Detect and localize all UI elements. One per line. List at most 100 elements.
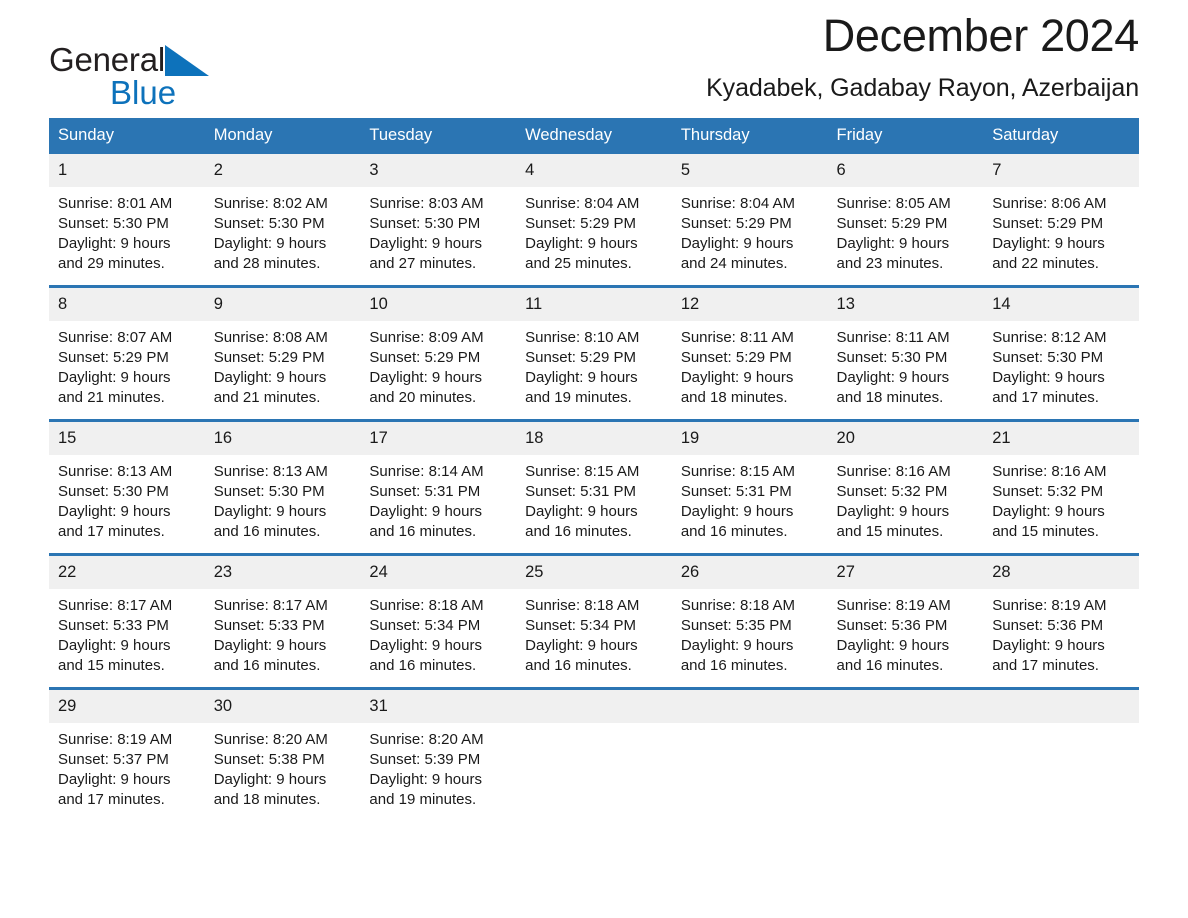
day-sun-info	[828, 723, 984, 730]
sunset-text: Sunset: 5:37 PM	[58, 751, 169, 768]
sunset-text: Sunset: 5:35 PM	[680, 617, 792, 634]
sunset-text: Sunset: 5:30 PM	[213, 215, 325, 232]
calendar-day-cell[interactable]: 3 Sunrise: 8:03 AM Sunset: 5:30 PM Daylight…	[360, 154, 517, 287]
generalblue-logo[interactable]: General Blue	[49, 42, 249, 112]
calendar-day-cell[interactable]: 22 Sunrise: 8:17 AM Sunset: 5:33 PM Dayligh…	[49, 553, 205, 689]
calendar-day-cell[interactable]: 11 Sunrise: 8:10 AM Sunset: 5:29 PM Dayligh…	[516, 285, 672, 421]
day-cell-content: 23 Sunrise: 8:17 AM Sunset: 5:33 PM Dayligh…	[204, 556, 361, 687]
day-cell-content: 11 Sunrise: 8:10 AM Sunset: 5:29 PM Dayligh…	[516, 288, 672, 419]
sunrise-text: Sunrise: 8:18 AM	[680, 597, 796, 614]
daylight-text-line2: and 16 minutes.	[213, 657, 321, 674]
day-number: 1	[49, 154, 205, 187]
day-number: 17	[360, 422, 517, 455]
sunrise-text: Sunrise: 8:10 AM	[525, 329, 640, 346]
calendar-day-cell[interactable]: 2 Sunrise: 8:02 AM Sunset: 5:30 PM Daylight…	[204, 154, 361, 287]
calendar-day-cell[interactable]: 24 Sunrise: 8:18 AM Sunset: 5:34 PM Dayligh…	[360, 553, 517, 689]
calendar-day-cell[interactable]: 13 Sunrise: 8:11 AM Sunset: 5:30 PM Dayligh…	[827, 285, 984, 421]
weekday-header-friday: Friday	[827, 118, 984, 154]
calendar-day-cell[interactable]: 19 Sunrise: 8:15 AM Sunset: 5:31 PM Dayligh…	[671, 419, 828, 555]
calendar-day-cell[interactable]: 25 Sunrise: 8:18 AM Sunset: 5:34 PM Dayligh…	[516, 553, 672, 689]
sunset-text: Sunset: 5:38 PM	[213, 751, 325, 768]
calendar-day-cell[interactable]: 20 Sunrise: 8:16 AM Sunset: 5:32 PM Dayligh…	[827, 419, 984, 555]
calendar-day-cell[interactable]: 8 Sunrise: 8:07 AM Sunset: 5:29 PM Daylight…	[49, 285, 205, 421]
day-sun-info: Sunrise: 8:10 AM Sunset: 5:29 PM Daylight:…	[516, 321, 672, 408]
logo-text-blue: Blue	[110, 74, 177, 111]
daylight-text-line2: and 17 minutes.	[992, 657, 1099, 674]
daylight-text-line1: Daylight: 9 hours	[369, 369, 482, 386]
sunset-text: Sunset: 5:30 PM	[213, 483, 325, 500]
calendar-day-cell[interactable]: 1 Sunrise: 8:01 AM Sunset: 5:30 PM Daylight…	[49, 154, 205, 287]
calendar-day-cell[interactable]: 14 Sunrise: 8:12 AM Sunset: 5:30 PM Dayligh…	[983, 285, 1139, 421]
calendar-day-cell[interactable]: 7 Sunrise: 8:06 AM Sunset: 5:29 PM Daylight…	[983, 154, 1139, 287]
day-cell-content: 5 Sunrise: 8:04 AM Sunset: 5:29 PM Daylight…	[671, 154, 828, 285]
day-number: 4	[516, 154, 672, 187]
day-sun-info: Sunrise: 8:17 AM Sunset: 5:33 PM Daylight:…	[49, 589, 205, 676]
daylight-text-line1: Daylight: 9 hours	[525, 369, 638, 386]
day-cell-content: 9 Sunrise: 8:08 AM Sunset: 5:29 PM Daylight…	[204, 288, 361, 419]
calendar-day-cell[interactable]: 18 Sunrise: 8:15 AM Sunset: 5:31 PM Dayligh…	[516, 419, 672, 555]
calendar-day-cell[interactable]: 30 Sunrise: 8:20 AM Sunset: 5:38 PM Dayligh…	[204, 687, 361, 808]
day-number: 19	[671, 422, 828, 455]
daylight-text-line1: Daylight: 9 hours	[525, 637, 638, 654]
day-cell-content: 1 Sunrise: 8:01 AM Sunset: 5:30 PM Daylight…	[49, 154, 205, 285]
calendar-day-cell	[516, 687, 672, 808]
day-number: 27	[827, 556, 984, 589]
day-number: 28	[983, 556, 1139, 589]
sunset-text: Sunset: 5:29 PM	[525, 215, 637, 232]
daylight-text-line1: Daylight: 9 hours	[680, 235, 794, 252]
calendar-day-cell[interactable]: 27 Sunrise: 8:19 AM Sunset: 5:36 PM Dayligh…	[827, 553, 984, 689]
daylight-text-line1: Daylight: 9 hours	[992, 369, 1105, 386]
calendar-week-row: 29 Sunrise: 8:19 AM Sunset: 5:37 PM Dayligh…	[49, 687, 1139, 810]
daylight-text-line2: and 18 minutes.	[680, 389, 788, 406]
daylight-text-line1: Daylight: 9 hours	[58, 235, 171, 252]
calendar-day-cell[interactable]: 26 Sunrise: 8:18 AM Sunset: 5:35 PM Dayligh…	[671, 553, 828, 689]
sunset-text: Sunset: 5:31 PM	[369, 483, 481, 500]
sunrise-text: Sunrise: 8:12 AM	[992, 329, 1107, 346]
day-cell-empty	[983, 690, 1139, 808]
calendar-day-cell[interactable]: 29 Sunrise: 8:19 AM Sunset: 5:37 PM Dayligh…	[49, 687, 205, 810]
weekday-header-sunday: Sunday	[49, 118, 205, 154]
calendar-day-cell[interactable]: 6 Sunrise: 8:05 AM Sunset: 5:29 PM Daylight…	[827, 154, 984, 287]
calendar-day-cell[interactable]: 15 Sunrise: 8:13 AM Sunset: 5:30 PM Dayligh…	[49, 419, 205, 555]
day-cell-content: 17 Sunrise: 8:14 AM Sunset: 5:31 PM Dayligh…	[360, 422, 517, 553]
day-cell-content: 19 Sunrise: 8:15 AM Sunset: 5:31 PM Dayligh…	[671, 422, 828, 553]
calendar-day-cell[interactable]: 23 Sunrise: 8:17 AM Sunset: 5:33 PM Dayligh…	[204, 553, 361, 689]
daylight-text-line1: Daylight: 9 hours	[369, 235, 482, 252]
daylight-text-line2: and 15 minutes.	[58, 657, 165, 674]
day-sun-info: Sunrise: 8:11 AM Sunset: 5:30 PM Daylight:…	[828, 321, 984, 408]
day-cell-content: 3 Sunrise: 8:03 AM Sunset: 5:30 PM Daylight…	[360, 154, 517, 285]
calendar-day-cell[interactable]: 31 Sunrise: 8:20 AM Sunset: 5:39 PM Dayligh…	[360, 687, 517, 808]
sunrise-text: Sunrise: 8:16 AM	[992, 463, 1107, 480]
calendar-day-cell[interactable]: 5 Sunrise: 8:04 AM Sunset: 5:29 PM Daylight…	[671, 154, 828, 287]
day-sun-info: Sunrise: 8:19 AM Sunset: 5:36 PM Daylight:…	[828, 589, 984, 676]
day-cell-content: 18 Sunrise: 8:15 AM Sunset: 5:31 PM Dayligh…	[516, 422, 672, 553]
calendar-week-row: 1 Sunrise: 8:01 AM Sunset: 5:30 PM Daylight…	[49, 154, 1139, 287]
calendar-day-cell[interactable]: 28 Sunrise: 8:19 AM Sunset: 5:36 PM Dayligh…	[983, 553, 1139, 689]
calendar-day-cell[interactable]: 9 Sunrise: 8:08 AM Sunset: 5:29 PM Daylight…	[204, 285, 361, 421]
daylight-text-line2: and 23 minutes.	[836, 255, 944, 272]
sunset-text: Sunset: 5:29 PM	[680, 215, 792, 232]
calendar-day-cell[interactable]: 4 Sunrise: 8:04 AM Sunset: 5:29 PM Daylight…	[516, 154, 672, 287]
sunset-text: Sunset: 5:29 PM	[58, 349, 169, 366]
weekday-header-wednesday: Wednesday	[516, 118, 672, 154]
day-number: 5	[671, 154, 828, 187]
day-cell-content: 13 Sunrise: 8:11 AM Sunset: 5:30 PM Dayligh…	[827, 288, 984, 419]
daylight-text-line1: Daylight: 9 hours	[992, 235, 1105, 252]
calendar-day-cell[interactable]: 12 Sunrise: 8:11 AM Sunset: 5:29 PM Dayligh…	[671, 285, 828, 421]
calendar-body: 1 Sunrise: 8:01 AM Sunset: 5:30 PM Daylight…	[49, 154, 1139, 808]
day-cell-content: 27 Sunrise: 8:19 AM Sunset: 5:36 PM Dayligh…	[827, 556, 984, 687]
sunrise-text: Sunrise: 8:19 AM	[836, 597, 951, 614]
day-sun-info: Sunrise: 8:19 AM Sunset: 5:37 PM Daylight:…	[49, 723, 205, 810]
sunrise-text: Sunrise: 8:06 AM	[992, 195, 1107, 212]
day-number: 10	[360, 288, 517, 321]
calendar-day-cell[interactable]: 21 Sunrise: 8:16 AM Sunset: 5:32 PM Dayligh…	[983, 419, 1139, 555]
sunset-text: Sunset: 5:29 PM	[525, 349, 637, 366]
calendar-day-cell[interactable]: 17 Sunrise: 8:14 AM Sunset: 5:31 PM Dayligh…	[360, 419, 517, 555]
calendar-day-cell[interactable]: 10 Sunrise: 8:09 AM Sunset: 5:29 PM Dayligh…	[360, 285, 517, 421]
calendar-day-cell	[671, 687, 828, 808]
sunset-text: Sunset: 5:32 PM	[992, 483, 1104, 500]
day-number: 9	[204, 288, 361, 321]
sunrise-text: Sunrise: 8:18 AM	[369, 597, 484, 614]
calendar-day-cell[interactable]: 16 Sunrise: 8:13 AM Sunset: 5:30 PM Dayligh…	[204, 419, 361, 555]
sunrise-text: Sunrise: 8:13 AM	[213, 463, 328, 480]
